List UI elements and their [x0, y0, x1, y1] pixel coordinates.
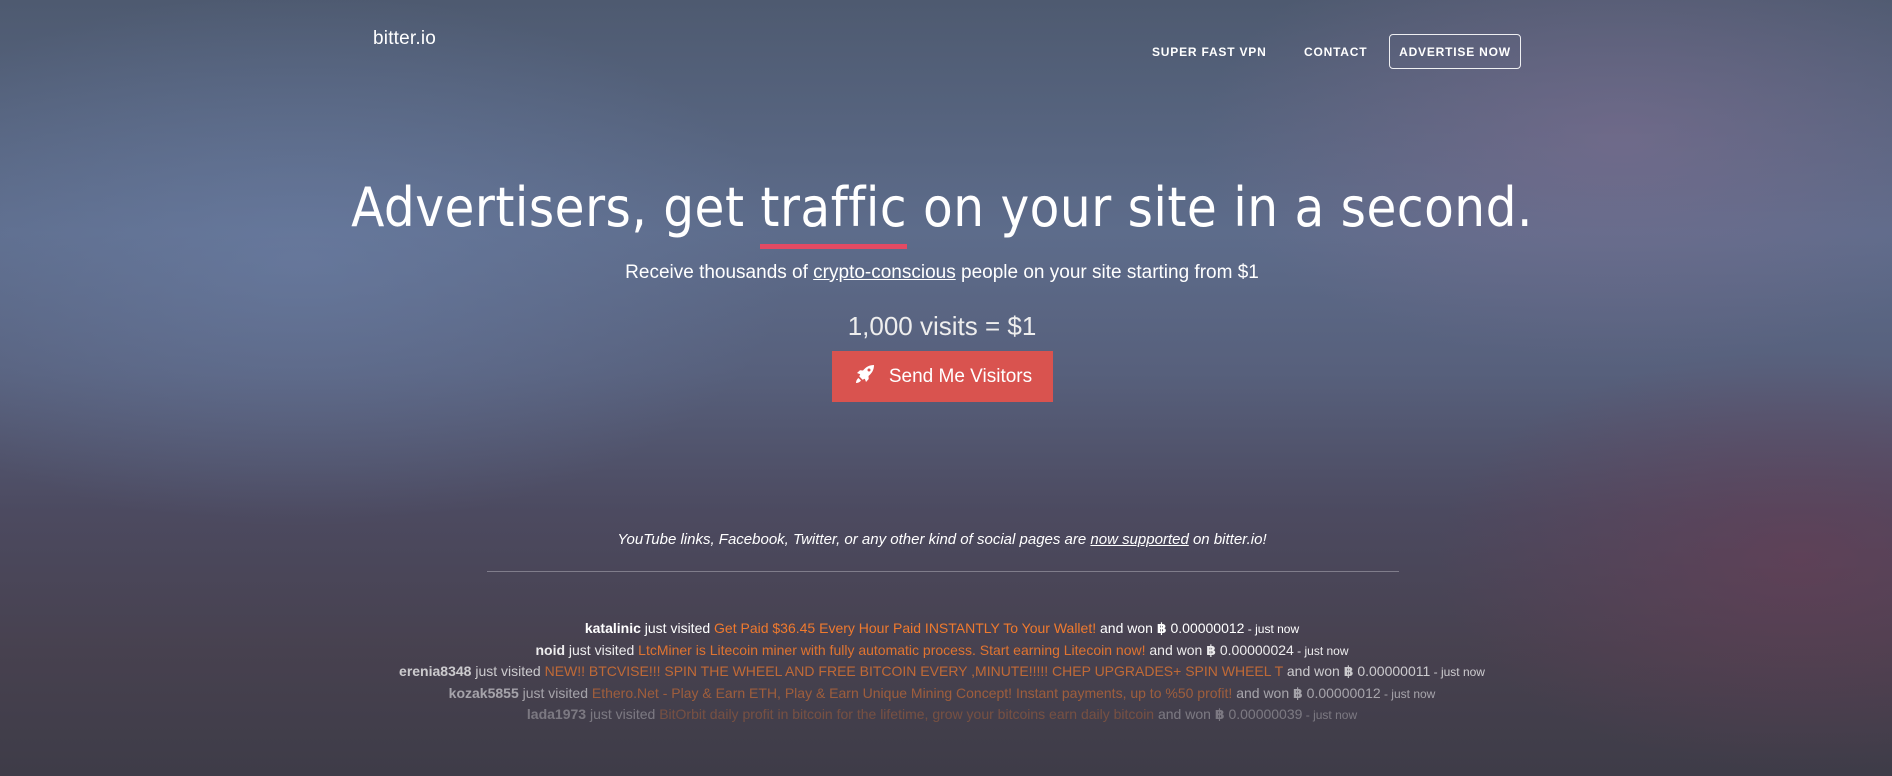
logo[interactable]: bitter.io: [373, 28, 436, 50]
feed-visited-text: just visited: [565, 641, 639, 658]
feed-amount: 0.00000011: [1353, 663, 1431, 679]
hero-title-accent-text: traffic: [760, 176, 908, 239]
feed-item: noid just visited LtcMiner is Litecoin m…: [0, 640, 1884, 662]
feed-item: katalinic just visited Get Paid $36.45 E…: [0, 618, 1884, 640]
feed-won-text: and won: [1282, 663, 1344, 679]
feed-won-text: and won: [1145, 641, 1207, 658]
notice-text-end: on bitter.io!: [1188, 531, 1267, 548]
feed-site-link[interactable]: Ethero.Net - Play & Earn ETH, Play & Ear…: [592, 685, 1232, 701]
feed-site-link[interactable]: BitOrbit daily profit in bitcoin for the…: [659, 706, 1154, 722]
rocket-icon: [853, 362, 877, 392]
price-info: 1,000 visits = $1: [847, 311, 1037, 341]
divider: [487, 571, 1399, 572]
feed-won-text: and won: [1096, 620, 1157, 636]
feed-user[interactable]: erenia8348: [399, 663, 471, 679]
feed-amount: 0.00000012: [1166, 620, 1245, 636]
feed-amount: 0.00000039: [1224, 706, 1303, 722]
bitcoin-icon: ฿: [1214, 706, 1225, 722]
notice-text-start: YouTube links, Facebook, Twitter, or any…: [617, 531, 1091, 548]
feed-visited-text: just visited: [518, 684, 592, 701]
feed-visited-text: just visited: [471, 663, 545, 679]
social-support-notice: YouTube links, Facebook, Twitter, or any…: [0, 531, 1884, 548]
nav-link-super-fast-vpn[interactable]: SUPER FAST VPN: [1152, 45, 1267, 59]
feed-user[interactable]: katalinic: [585, 620, 641, 636]
feed-timestamp: - just now: [1302, 708, 1358, 722]
feed-visited-text: just visited: [586, 706, 660, 722]
hero-subtitle: Receive thousands of crypto-conscious pe…: [0, 262, 1884, 284]
top-navbar: bitter.io SUPER FAST VPN CONTACT ADVERTI…: [0, 0, 1892, 80]
bitcoin-icon: ฿: [1293, 684, 1303, 701]
feed-amount: 0.00000024: [1215, 641, 1294, 658]
feed-item: kozak5855 just visited Ethero.Net - Play…: [0, 683, 1884, 705]
feed-item: erenia8348 just visited NEW!! BTCVISE!!!…: [0, 661, 1884, 683]
accent-underline: [760, 244, 908, 249]
subtitle-text-start: Receive thousands of: [625, 262, 814, 283]
send-me-visitors-label: Send Me Visitors: [888, 365, 1033, 387]
activity-feed: katalinic just visited Get Paid $36.45 E…: [0, 618, 1884, 726]
feed-amount: 0.00000012: [1302, 684, 1381, 701]
feed-site-link[interactable]: NEW!! BTCVISE!!! SPIN THE WHEEL AND FREE…: [545, 663, 1283, 679]
feed-timestamp: - just now: [1244, 622, 1300, 636]
feed-won-text: and won: [1154, 706, 1215, 722]
feed-timestamp: - just now: [1293, 643, 1349, 658]
feed-site-link[interactable]: LtcMiner is Litecoin miner with fully au…: [638, 642, 1145, 658]
feed-won-text: and won: [1232, 684, 1294, 701]
hero-title: Advertisers, get traffic on your site in…: [0, 176, 1884, 249]
feed-item: lada1973 just visited BitOrbit daily pro…: [0, 704, 1884, 726]
send-me-visitors-button[interactable]: Send Me Visitors: [832, 351, 1053, 402]
subtitle-text-end: people on your site starting from $1: [955, 262, 1259, 283]
crypto-conscious-link[interactable]: crypto-conscious: [813, 262, 956, 283]
now-supported-link[interactable]: now supported: [1090, 531, 1188, 548]
hero-title-accent-word: traffic: [760, 176, 908, 249]
hero-title-end: on your site in a second.: [907, 176, 1533, 239]
hero-title-start: Advertisers, get: [351, 176, 761, 239]
feed-timestamp: - just now: [1380, 686, 1436, 701]
advertise-now-button[interactable]: ADVERTISE NOW: [1389, 34, 1521, 69]
feed-visited-text: just visited: [640, 620, 715, 636]
feed-user[interactable]: kozak5855: [449, 685, 519, 701]
feed-timestamp: - just now: [1430, 665, 1485, 679]
feed-user[interactable]: lada1973: [527, 706, 586, 722]
feed-user[interactable]: noid: [535, 642, 565, 658]
bitcoin-icon: ฿: [1343, 663, 1354, 679]
bitcoin-icon: ฿: [1156, 620, 1167, 636]
nav-link-contact[interactable]: CONTACT: [1304, 45, 1367, 59]
bitcoin-icon: ฿: [1206, 641, 1216, 658]
feed-site-link[interactable]: Get Paid $36.45 Every Hour Paid INSTANTL…: [714, 620, 1096, 636]
